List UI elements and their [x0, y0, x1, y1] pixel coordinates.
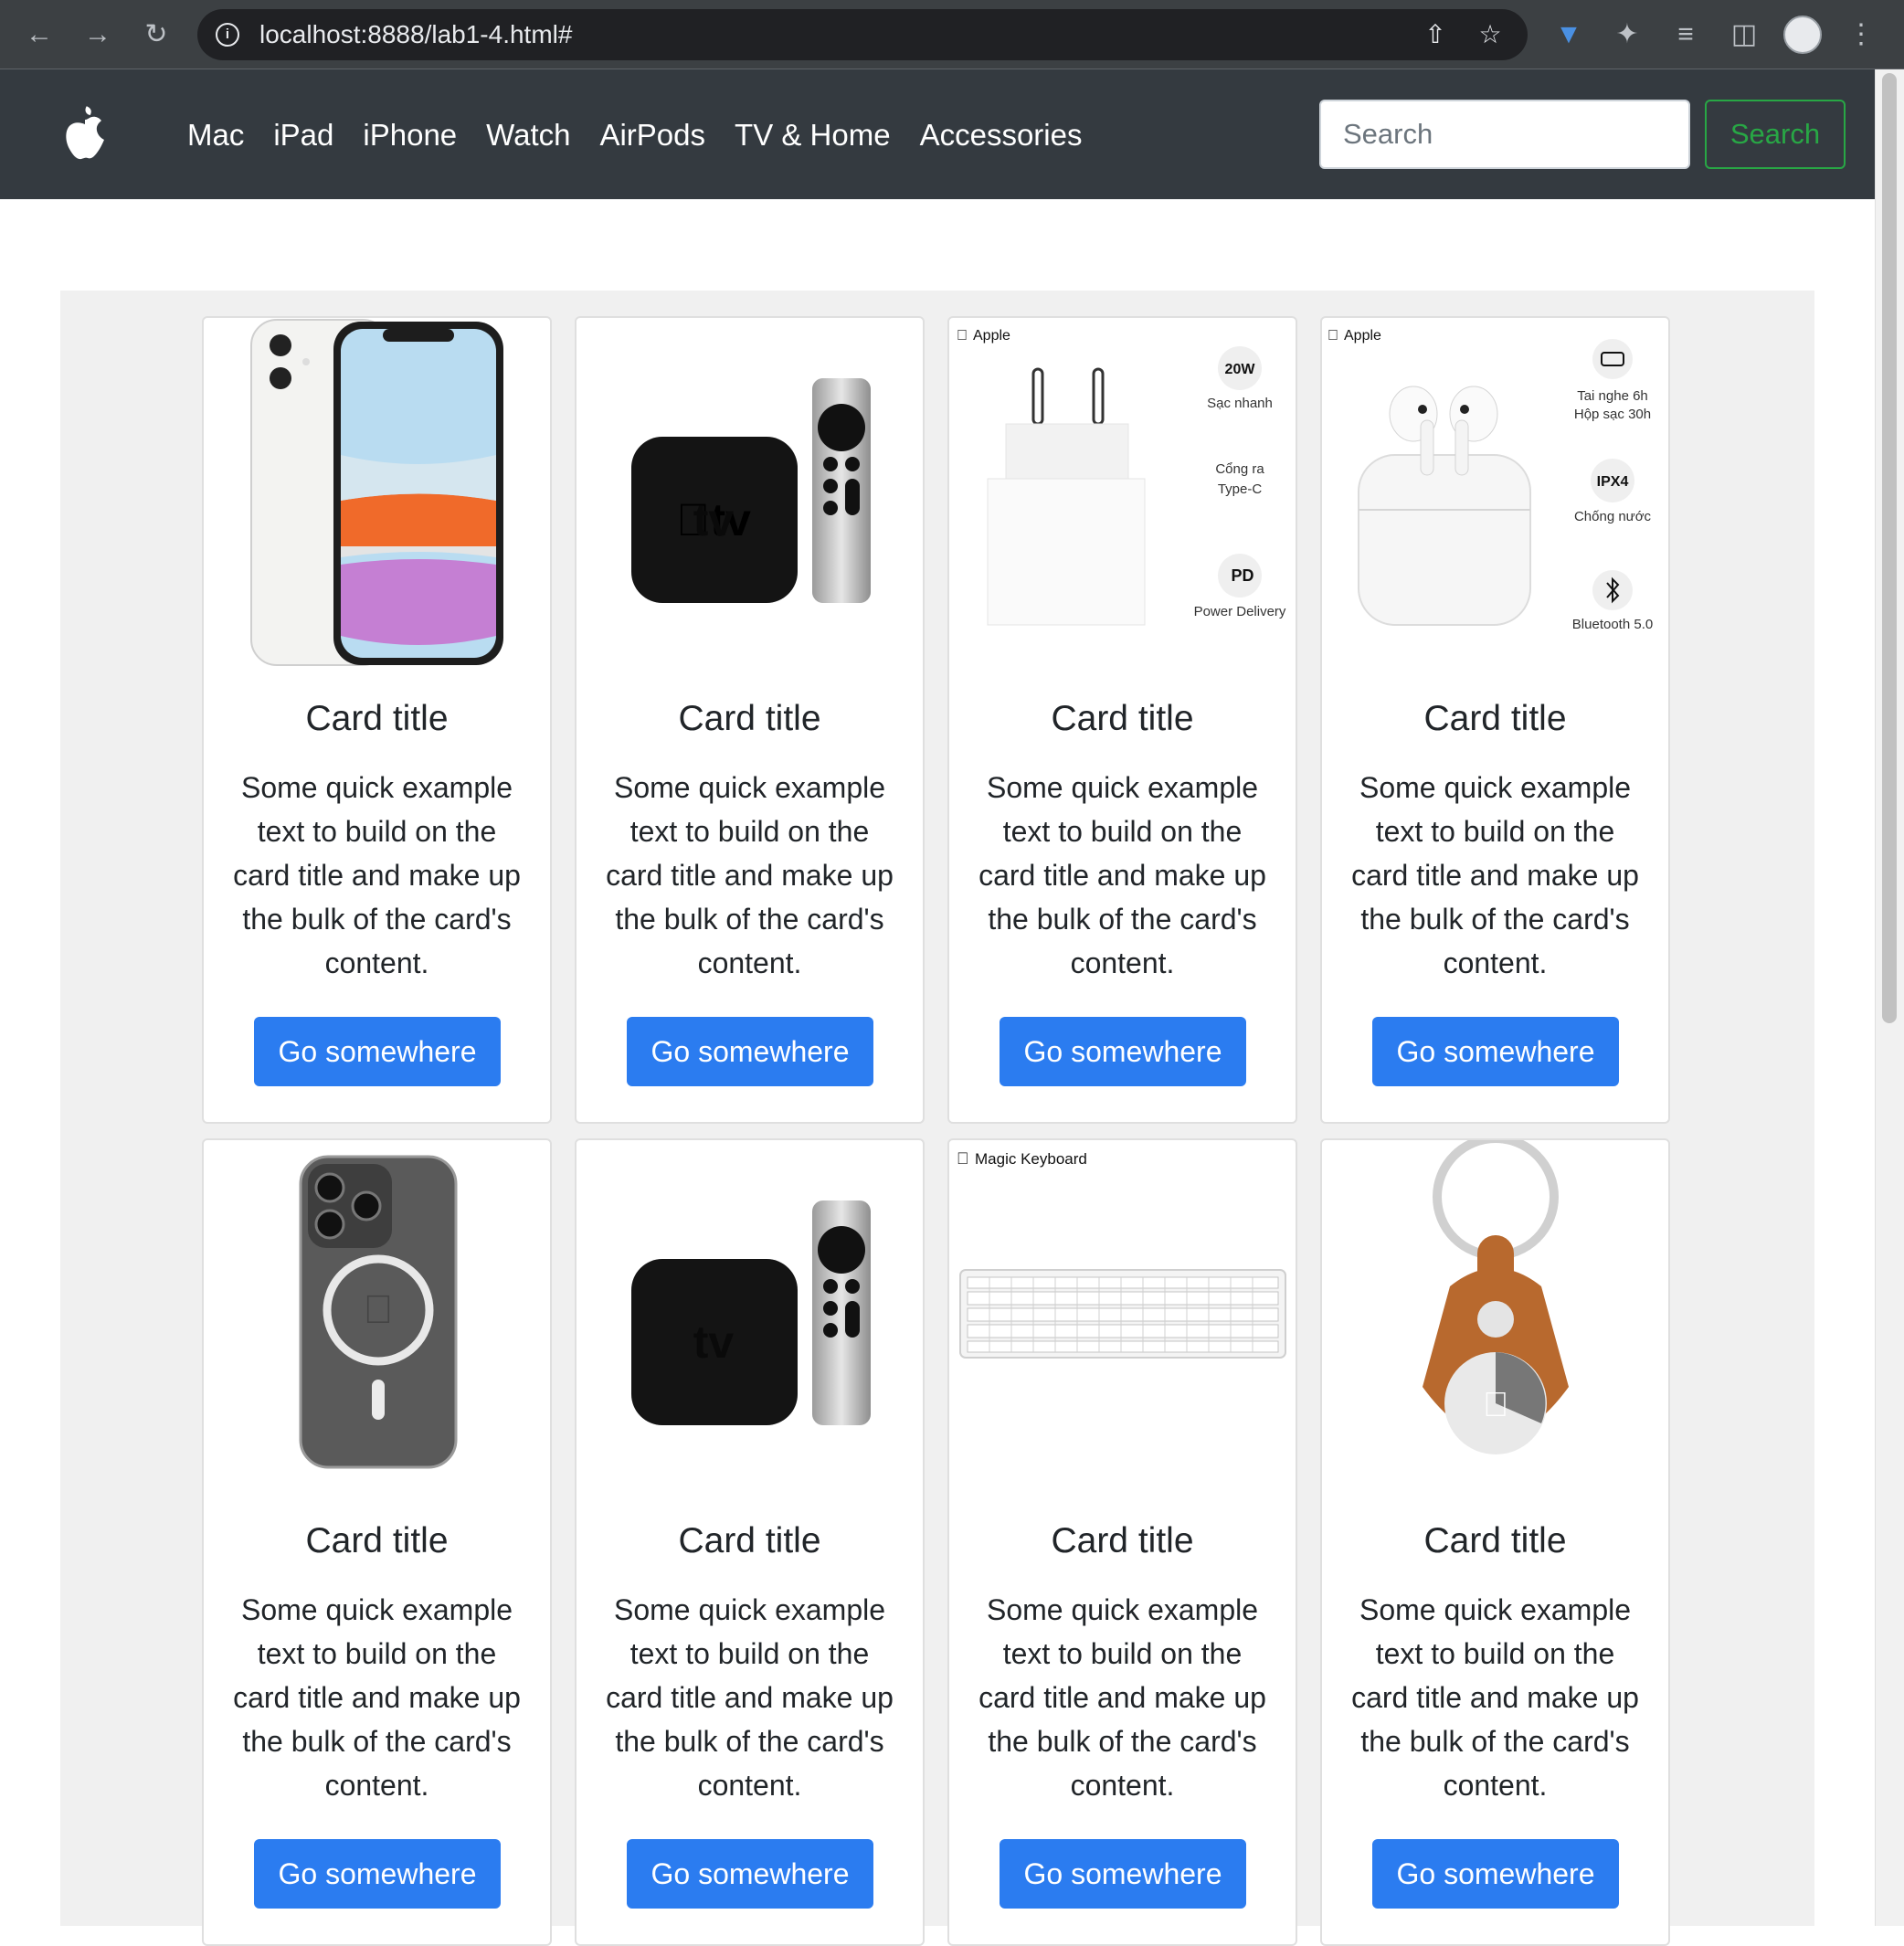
power-delivery-text: Power Delivery — [1194, 604, 1286, 619]
site-navbar: Mac iPad iPhone Watch AirPods TV & Home … — [0, 69, 1875, 199]
fast-charge-text: Sạc nhanh — [1207, 396, 1273, 411]
water-text: Chống nước — [1574, 509, 1652, 524]
product-card:  Card title Some quick example text to … — [202, 1138, 552, 1946]
forward-arrow-icon[interactable]: → — [80, 17, 115, 52]
reading-list-icon[interactable]: ≡ — [1668, 17, 1703, 52]
nav-link-accessories[interactable]: Accessories — [920, 113, 1083, 157]
airtag-keyring-image:  — [1423, 1140, 1569, 1454]
battery-text-1: Tai nghe 6h — [1577, 388, 1648, 404]
card-title: Card title — [1051, 1521, 1194, 1560]
download-extension-icon[interactable]: ▼ — [1551, 17, 1586, 52]
go-somewhere-button[interactable]: Go somewhere — [627, 1839, 873, 1909]
battery-text-2: Hộp sạc 30h — [1574, 407, 1651, 422]
adapter-brand-text: Apple — [973, 328, 1010, 344]
product-card: tv Card title Some quick example text to… — [575, 1138, 925, 1946]
pd-text: PD — [1231, 566, 1253, 585]
magic-keyboard-image:  Magic Keyboard — [957, 1149, 1286, 1359]
card-text: Some quick example text to build on the … — [606, 1593, 894, 1802]
product-card:  Apple Tai nghe 6h Hộp sạc 30h IPX4 Chố… — [1320, 316, 1670, 1124]
nav-link-airpods[interactable]: AirPods — [599, 113, 705, 157]
ipx-text: IPX4 — [1597, 474, 1629, 490]
keyboard-brand-text: Magic Keyboard — [975, 1150, 1087, 1168]
watt-text: 20W — [1225, 362, 1256, 377]
card-title: Card title — [1051, 699, 1194, 738]
apple-tv-image: tv — [631, 1200, 871, 1425]
bluetooth-text: Bluetooth 5.0 — [1572, 617, 1653, 632]
search-input[interactable] — [1319, 100, 1690, 169]
cards-container: Card title Some quick example text to bu… — [60, 291, 1814, 1946]
side-panel-icon[interactable]: ◫ — [1727, 17, 1761, 52]
scrollbar-thumb[interactable] — [1882, 73, 1897, 1023]
card-title: Card title — [678, 1521, 821, 1560]
card-title: Card title — [1423, 1521, 1567, 1560]
bookmark-star-icon[interactable]: ☆ — [1475, 19, 1506, 50]
profile-avatar[interactable] — [1783, 16, 1822, 54]
product-card: Card title Some quick example text to bu… — [202, 316, 552, 1124]
browser-toolbar: ← → ↻ i localhost:8888/lab1-4.html# ⇧ ☆ … — [0, 0, 1904, 69]
nav-link-mac[interactable]: Mac — [187, 113, 244, 157]
extensions-puzzle-icon[interactable]: ✦ — [1610, 17, 1645, 52]
svg-text::  — [364, 1287, 394, 1332]
svg-text:tv: tv — [693, 1317, 735, 1368]
apple-tv-image: tv tv — [631, 378, 871, 603]
card-title: Card title — [678, 699, 821, 738]
share-icon[interactable]: ⇧ — [1420, 19, 1451, 50]
port-text-1: Cổng ra — [1215, 461, 1264, 477]
card-title: Card title — [305, 699, 449, 738]
product-card:  Magic Keyboard Card title Some quick — [947, 1138, 1297, 1946]
site-info-icon[interactable]: i — [216, 23, 239, 47]
card-text: Some quick example text to build on the … — [233, 1593, 521, 1802]
power-adapter-image:  Apple 20W Sạc nhanh Cổng ra Type-C PD … — [957, 328, 1286, 626]
airpods-image:  Apple Tai nghe 6h Hộp sạc 30h IPX4 Chố… — [1328, 328, 1653, 632]
iphone-case-image:  — [299, 1155, 458, 1469]
iphone-image — [250, 319, 503, 666]
back-arrow-icon[interactable]: ← — [22, 17, 57, 52]
address-bar[interactable]: i localhost:8888/lab1-4.html# ⇧ ☆ — [197, 9, 1528, 60]
nav-link-ipad[interactable]: iPad — [273, 113, 333, 157]
card-text: Some quick example text to build on the … — [1351, 1593, 1639, 1802]
go-somewhere-button[interactable]: Go somewhere — [254, 1839, 501, 1909]
product-card: tv tv Card title Some quick example tex… — [575, 316, 925, 1124]
card-text: Some quick example text to build on the … — [1351, 771, 1639, 979]
go-somewhere-button[interactable]: Go somewhere — [1000, 1017, 1246, 1086]
svg-text::  — [957, 1149, 969, 1168]
card-text: Some quick example text to build on the … — [978, 1593, 1266, 1802]
port-text-2: Type-C — [1218, 481, 1263, 497]
apple-logo-icon[interactable] — [64, 106, 110, 161]
svg-text::  — [957, 328, 968, 344]
go-somewhere-button[interactable]: Go somewhere — [1372, 1017, 1619, 1086]
go-somewhere-button[interactable]: Go somewhere — [627, 1017, 873, 1086]
go-somewhere-button[interactable]: Go somewhere — [1000, 1839, 1246, 1909]
more-menu-icon[interactable]: ⋮ — [1844, 17, 1878, 52]
card-text: Some quick example text to build on the … — [978, 771, 1266, 979]
product-card:  Apple 20W Sạc nhanh Cổng ra Type-C PD … — [947, 316, 1297, 1124]
search-button[interactable]: Search — [1705, 100, 1846, 169]
nav-link-tv-home[interactable]: TV & Home — [735, 113, 891, 157]
card-text: Some quick example text to build on the … — [233, 771, 521, 979]
airpods-brand-text: Apple — [1344, 328, 1381, 344]
card-text: Some quick example text to build on the … — [606, 771, 894, 979]
nav-link-iphone[interactable]: iPhone — [363, 113, 457, 157]
nav-links: Mac iPad iPhone Watch AirPods TV & Home … — [187, 113, 1111, 157]
svg-text:tv: tv — [693, 494, 735, 545]
card-title: Card title — [1423, 699, 1567, 738]
card-title: Card title — [305, 1521, 449, 1560]
go-somewhere-button[interactable]: Go somewhere — [1372, 1839, 1619, 1909]
go-somewhere-button[interactable]: Go somewhere — [254, 1017, 501, 1086]
nav-link-watch[interactable]: Watch — [486, 113, 570, 157]
svg-text::  — [1328, 328, 1338, 344]
reload-icon[interactable]: ↻ — [139, 17, 174, 52]
url-text[interactable]: localhost:8888/lab1-4.html# — [259, 21, 572, 48]
svg-text::  — [1483, 1386, 1509, 1424]
product-card:  Card title Some quick example text to … — [1320, 1138, 1670, 1946]
